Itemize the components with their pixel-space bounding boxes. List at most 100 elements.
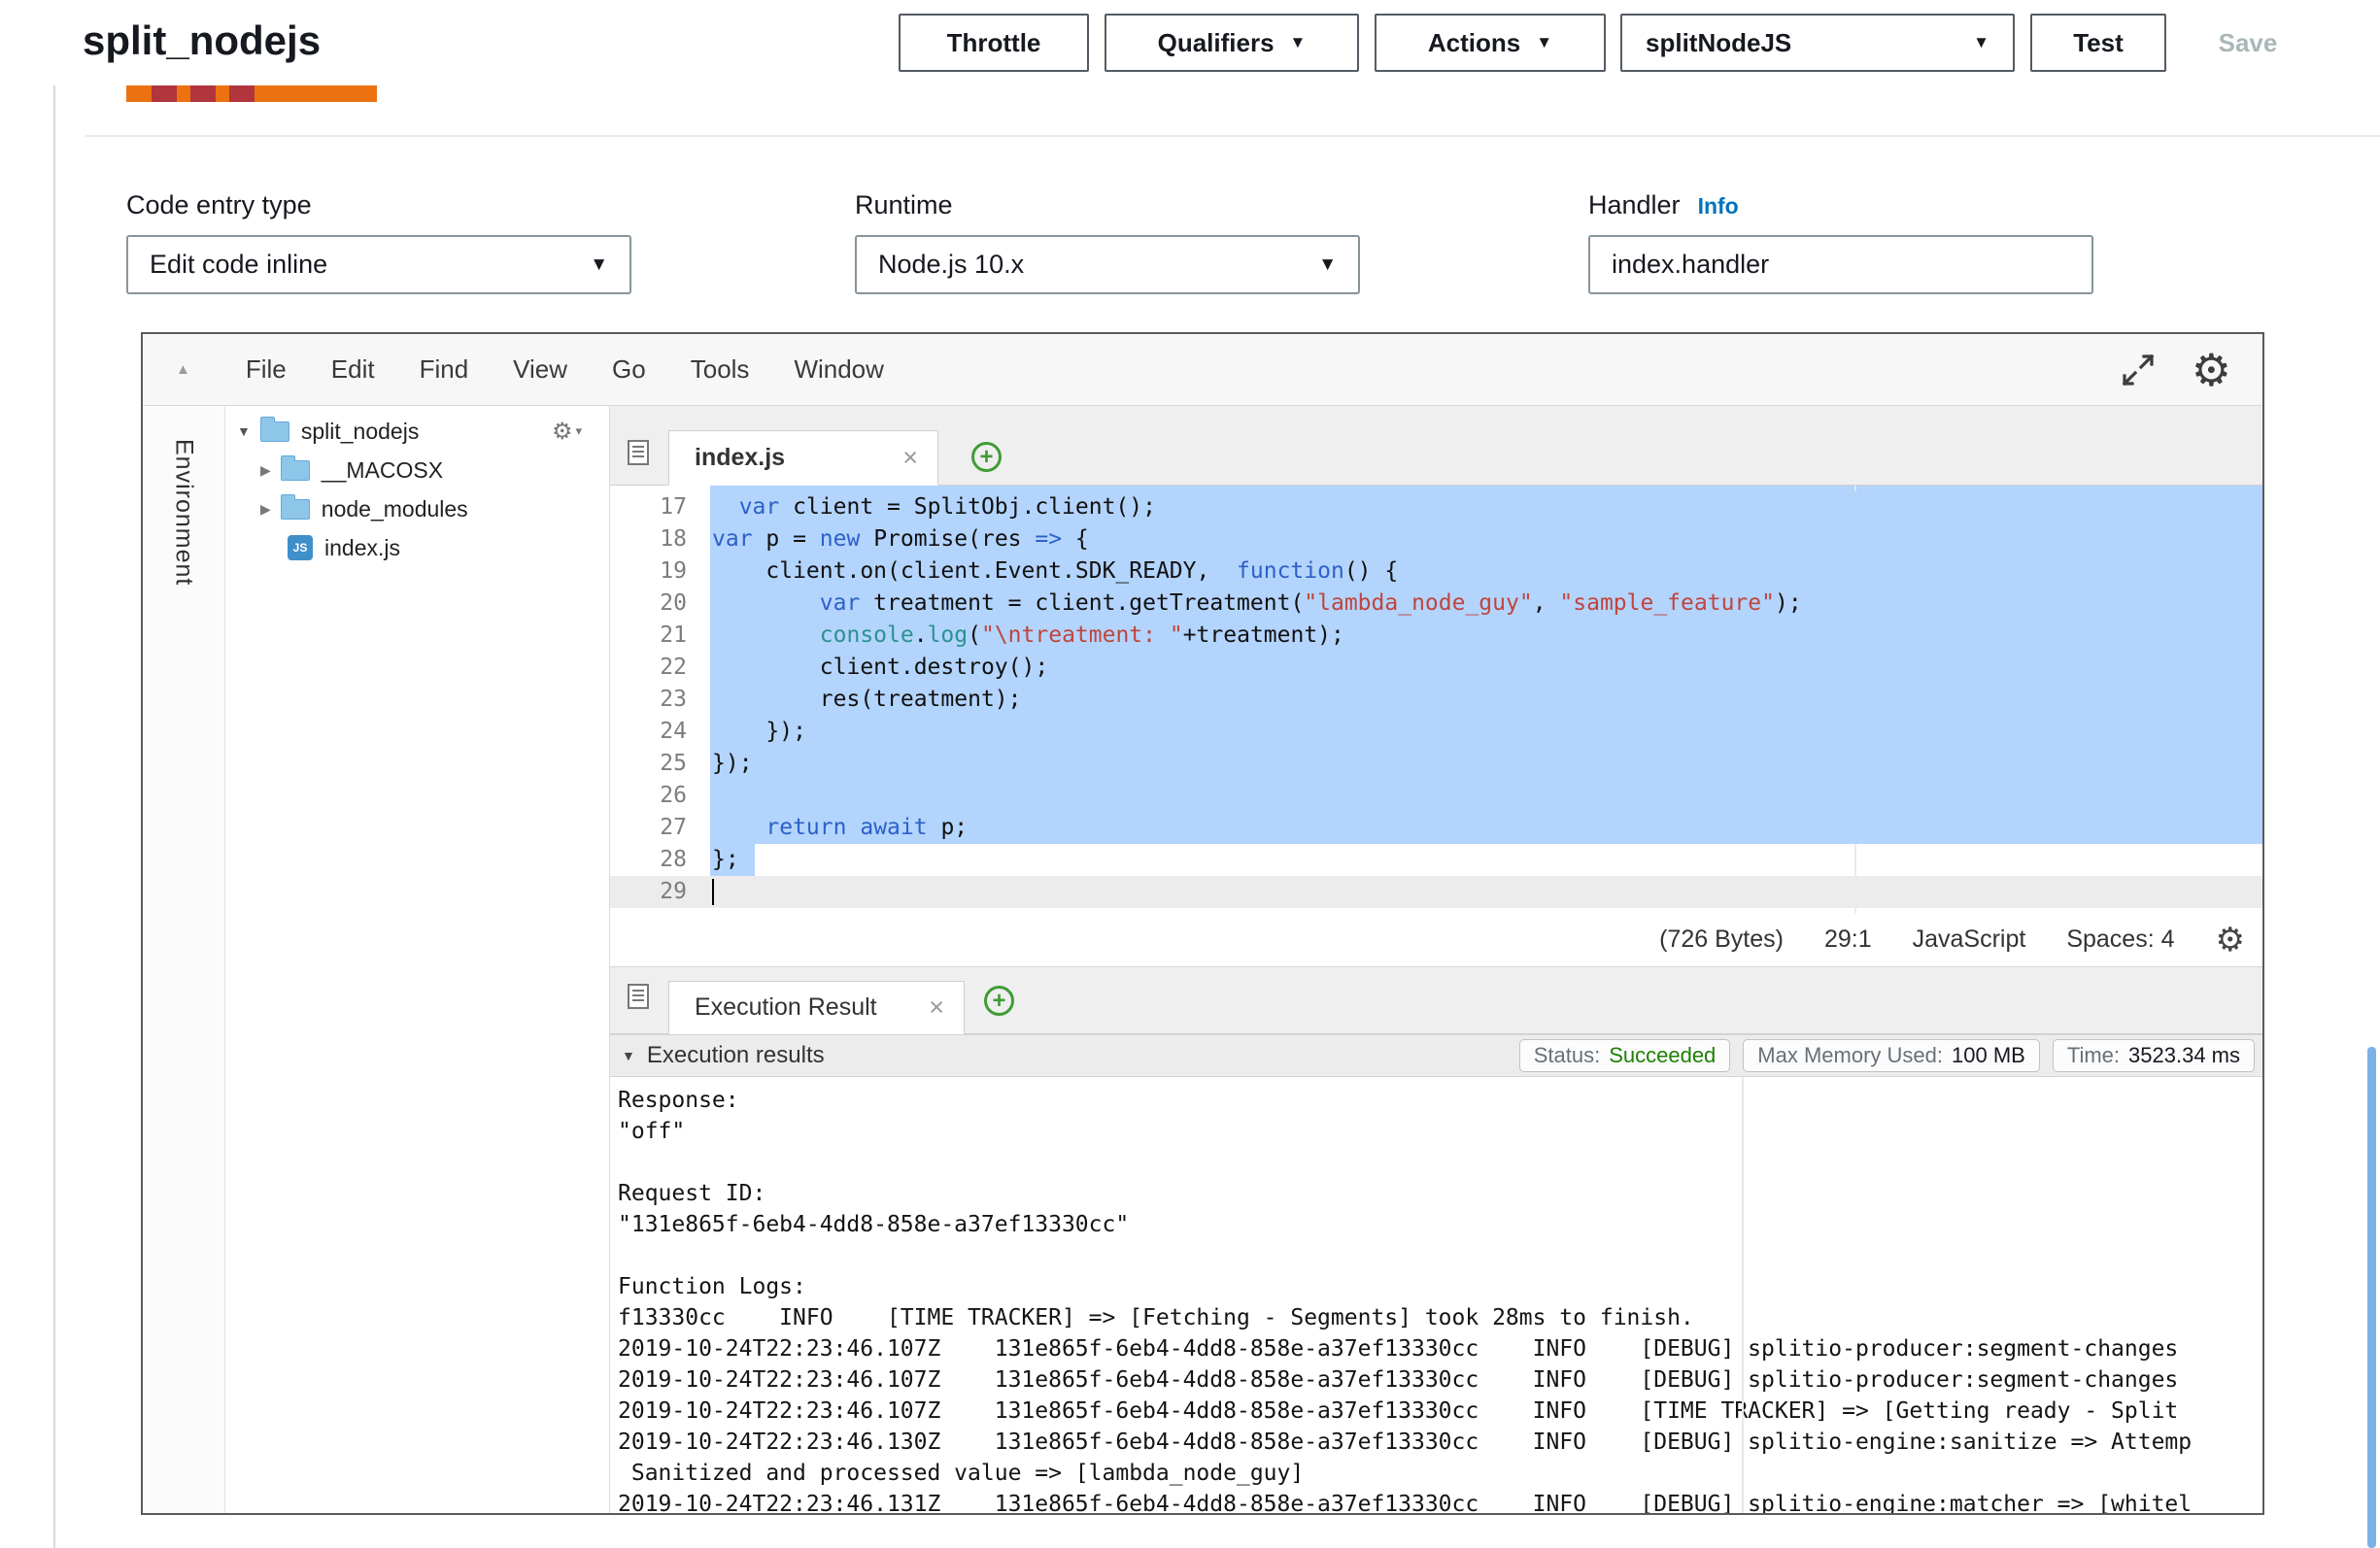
- menu-edit[interactable]: Edit: [309, 354, 397, 385]
- code-line-26[interactable]: 26: [610, 780, 2262, 812]
- actions-button[interactable]: Actions ▼: [1375, 14, 1606, 72]
- menu-view[interactable]: View: [491, 354, 590, 385]
- line-number[interactable]: 28: [610, 844, 687, 876]
- tab-list-icon[interactable]: [623, 982, 654, 1016]
- line-number[interactable]: 19: [610, 555, 687, 588]
- code-line-27[interactable]: 27 return await p;: [610, 812, 2262, 844]
- code-text: });: [712, 716, 806, 748]
- code-line-23[interactable]: 23 res(treatment);: [610, 684, 2262, 716]
- qualifiers-button[interactable]: Qualifiers ▼: [1105, 14, 1359, 72]
- line-number[interactable]: 18: [610, 523, 687, 555]
- chevron-down-icon: ▼: [590, 254, 608, 276]
- clipped-banner: [126, 85, 377, 102]
- menu-file[interactable]: File: [223, 354, 309, 385]
- runtime-select[interactable]: Node.js 10.x ▼: [855, 235, 1360, 294]
- save-button[interactable]: Save: [2188, 14, 2308, 72]
- code-line-21[interactable]: 21 console.log("\ntreatment: "+treatment…: [610, 620, 2262, 652]
- line-number[interactable]: 22: [610, 652, 687, 684]
- close-icon[interactable]: ×: [902, 443, 918, 473]
- js-file-icon: JS: [288, 535, 313, 560]
- new-tab-icon[interactable]: +: [971, 442, 1002, 472]
- code-line-20[interactable]: 20 var treatment = client.getTreatment("…: [610, 588, 2262, 620]
- collapse-menubar-icon[interactable]: ▲: [176, 361, 190, 378]
- editor-statusbar: (726 Bytes) 29:1 JavaScript Spaces: 4 ⚙: [610, 913, 2262, 966]
- content-left-border: [53, 85, 55, 1548]
- folder-icon: [281, 499, 310, 520]
- code-line-17[interactable]: 17 var client = SplitObj.client();: [610, 491, 2262, 523]
- log-line: 2019-10-24T22:23:46.107Z 131e865f-6eb4-4…: [618, 1364, 2262, 1396]
- tab-execution-result[interactable]: Execution Result ×: [668, 981, 965, 1034]
- code-line-28[interactable]: 28};: [610, 844, 2262, 876]
- code-line-24[interactable]: 24 });: [610, 716, 2262, 748]
- menu-tools[interactable]: Tools: [668, 354, 772, 385]
- tree-root-split-nodejs[interactable]: ▼ split_nodejs ⚙▾: [225, 412, 609, 451]
- menu-find[interactable]: Find: [397, 354, 492, 385]
- menu-go[interactable]: Go: [590, 354, 668, 385]
- chevron-right-icon: ▶: [260, 462, 271, 479]
- chevron-down-icon: ▼: [1973, 33, 1989, 52]
- execution-log[interactable]: Response:"off"Request ID:"131e865f-6eb4-…: [610, 1077, 2262, 1513]
- code-entry-type-select[interactable]: Edit code inline ▼: [126, 235, 631, 294]
- chevron-down-icon[interactable]: ▼: [622, 1048, 635, 1063]
- tree-root-label: split_nodejs: [301, 419, 419, 445]
- tree-children: ▶__MACOSX▶node_modulesJSindex.js: [225, 451, 609, 567]
- chevron-down-icon[interactable]: ▼: [237, 423, 251, 439]
- handler-input[interactable]: [1588, 235, 2093, 294]
- line-number[interactable]: 29: [610, 876, 687, 908]
- file-tree: ▼ split_nodejs ⚙▾ ▶__MACOSX▶node_modules…: [225, 406, 609, 1513]
- tab-list-icon[interactable]: [623, 438, 654, 472]
- line-number[interactable]: 25: [610, 748, 687, 780]
- folder-icon: [281, 460, 310, 481]
- menu-window[interactable]: Window: [771, 354, 905, 385]
- chevron-down-icon: ▼: [1290, 33, 1307, 52]
- code-line-19[interactable]: 19 client.on(client.Event.SDK_READY, fun…: [610, 555, 2262, 588]
- close-icon[interactable]: ×: [929, 993, 944, 1023]
- code-line-22[interactable]: 22 client.destroy();: [610, 652, 2262, 684]
- tab-index-js[interactable]: index.js ×: [668, 430, 938, 486]
- tree-item-index-js[interactable]: JSindex.js: [225, 528, 609, 567]
- new-tab-icon[interactable]: +: [984, 986, 1014, 1016]
- line-number[interactable]: 21: [610, 620, 687, 652]
- log-line: 2019-10-24T22:23:46.130Z 131e865f-6eb4-4…: [618, 1427, 2262, 1458]
- text-cursor: [712, 879, 714, 905]
- language-mode[interactable]: JavaScript: [1913, 925, 2026, 954]
- fullscreen-icon[interactable]: [2120, 352, 2157, 388]
- code-line-25[interactable]: 25});: [610, 748, 2262, 780]
- tree-item-node-modules[interactable]: ▶node_modules: [225, 489, 609, 528]
- line-number[interactable]: 24: [610, 716, 687, 748]
- log-line: "off": [618, 1116, 2262, 1147]
- menubar-right: ⚙: [2120, 348, 2262, 392]
- status-badge: Status: Succeeded: [1519, 1039, 1731, 1072]
- tree-settings-gear-icon[interactable]: ⚙▾: [552, 418, 582, 446]
- line-number[interactable]: 17: [610, 491, 687, 523]
- selection-highlight: [710, 748, 2262, 780]
- line-number[interactable]: 27: [610, 812, 687, 844]
- status-value: Succeeded: [1609, 1043, 1716, 1068]
- cursor-position[interactable]: 29:1: [1824, 925, 1872, 954]
- alias-select[interactable]: splitNodeJS ▼: [1620, 14, 2015, 72]
- indent-setting[interactable]: Spaces: 4: [2066, 925, 2174, 954]
- log-line: 2019-10-24T22:23:46.107Z 131e865f-6eb4-4…: [618, 1396, 2262, 1427]
- runtime-value: Node.js 10.x: [878, 250, 1024, 280]
- tree-item--macosx[interactable]: ▶__MACOSX: [225, 451, 609, 489]
- handler-info-link[interactable]: Info: [1698, 193, 1739, 219]
- line-number[interactable]: 20: [610, 588, 687, 620]
- editor-settings-gear-icon[interactable]: ⚙: [2216, 924, 2245, 957]
- page-scrollbar[interactable]: [2367, 1047, 2376, 1548]
- test-button[interactable]: Test: [2030, 14, 2166, 72]
- line-number[interactable]: 26: [610, 780, 687, 812]
- code-text: console.log("\ntreatment: "+treatment);: [712, 620, 1344, 652]
- log-line: [618, 1240, 2262, 1271]
- current-line-highlight: [610, 876, 2262, 908]
- code-text: });: [712, 748, 753, 780]
- throttle-button[interactable]: Throttle: [899, 14, 1089, 72]
- preferences-gear-icon[interactable]: ⚙: [2192, 348, 2231, 392]
- code-area[interactable]: 17 var client = SplitObj.client();18var …: [610, 486, 2262, 913]
- line-number[interactable]: 23: [610, 684, 687, 716]
- code-line-29[interactable]: 29: [610, 876, 2262, 908]
- environment-tab[interactable]: Environment: [170, 439, 198, 586]
- section-divider: [85, 135, 2380, 137]
- log-lines: Response:"off"Request ID:"131e865f-6eb4-…: [618, 1085, 2262, 1513]
- code-line-18[interactable]: 18var p = new Promise(res => {: [610, 523, 2262, 555]
- selection-highlight: [710, 716, 2262, 748]
